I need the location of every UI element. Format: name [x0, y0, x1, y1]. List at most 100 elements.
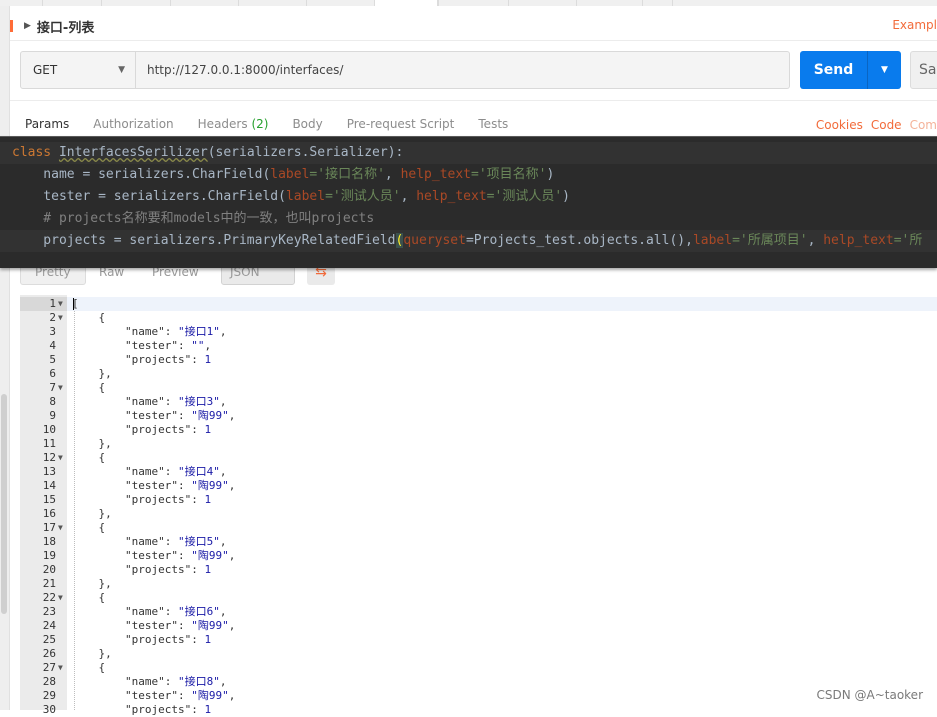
line-number: 18 — [42, 535, 56, 548]
fold-toggle-icon[interactable]: ▼ — [58, 591, 66, 605]
active-line-highlight — [67, 297, 937, 311]
line-number: 24 — [42, 619, 56, 632]
line-number: 8 — [49, 395, 56, 408]
chevron-down-icon[interactable]: ▼ — [868, 65, 901, 75]
code-line: { — [72, 451, 106, 464]
caret-right-icon[interactable]: ▶ — [24, 21, 31, 31]
headers-count: (2) — [251, 117, 269, 131]
code-line: "tester": "陶99", — [72, 479, 236, 492]
code-line: "projects": 1 — [72, 423, 212, 436]
code-line: name = serializers.CharField(label='接口名称… — [12, 167, 555, 182]
request-right-links: Cookies Code Com — [808, 118, 937, 132]
code-line: }, — [72, 437, 112, 450]
examples-link[interactable]: Exampl — [892, 18, 937, 32]
code-line: { — [72, 661, 106, 674]
response-body-editor[interactable]: 1 ▼[2 ▼ {3 "name": "接口1", 4 "tester": "", 5 … — [20, 295, 937, 716]
code-line: "projects": 1 — [72, 633, 212, 646]
fold-toggle-icon[interactable]: ▼ — [58, 451, 66, 465]
line-number: 20 — [42, 563, 56, 576]
tab-cell[interactable] — [101, 0, 168, 6]
line-number: 14 — [42, 479, 56, 492]
line-number: 16 — [42, 507, 56, 520]
tab-cell[interactable] — [42, 0, 101, 6]
tab-authorization[interactable]: Authorization — [93, 117, 173, 131]
code-line: "tester": "", — [72, 339, 212, 352]
code-line: "projects": 1 — [72, 703, 212, 716]
line-number: 10 — [42, 423, 56, 436]
line-number: 11 — [42, 437, 56, 450]
tab-tests[interactable]: Tests — [478, 117, 508, 131]
tab-cell[interactable] — [170, 0, 237, 6]
code-line: "name": "接口3", — [72, 395, 227, 408]
code-line: [ — [72, 297, 79, 310]
line-number: 29 — [42, 689, 56, 702]
line-number: 12 — [42, 451, 56, 464]
line-number: 17 — [42, 521, 56, 534]
line-number: 4 — [49, 339, 56, 352]
line-number: 5 — [49, 353, 56, 366]
method-value: GET — [33, 63, 58, 77]
url-input[interactable]: http://127.0.0.1:8000/interfaces/ — [136, 51, 790, 89]
code-line: "projects": 1 — [72, 493, 212, 506]
code-line: class InterfacesSerilizer(serializers.Se… — [12, 145, 404, 160]
tab-body[interactable]: Body — [292, 117, 322, 131]
code-line: "tester": "陶99", — [72, 549, 236, 562]
line-number: 9 — [49, 409, 56, 422]
code-line: }, — [72, 647, 112, 660]
code-line: "name": "接口8", — [72, 675, 227, 688]
tab-pre-request-script[interactable]: Pre-request Script — [347, 117, 455, 131]
code-comment: # projects名称要和models中的一致，也叫projects — [12, 211, 375, 226]
cookies-link[interactable]: Cookies — [816, 118, 863, 132]
comments-link[interactable]: Com — [910, 118, 937, 132]
code-line: }, — [72, 507, 112, 520]
send-button[interactable]: Send ▼ — [800, 51, 901, 89]
fold-toggle-icon[interactable]: ▼ — [58, 521, 66, 535]
url-value: http://127.0.0.1:8000/interfaces/ — [147, 63, 344, 77]
code-line: { — [72, 591, 106, 604]
sidebar-scrollbar[interactable] — [1, 394, 7, 614]
request-title: 接口-列表 — [36, 20, 95, 36]
line-number: 15 — [42, 493, 56, 506]
tab-headers[interactable]: Headers (2) — [198, 117, 269, 131]
save-button[interactable]: Sav — [910, 51, 937, 89]
fold-toggle-icon[interactable]: ▼ — [58, 381, 66, 395]
line-number: 25 — [42, 633, 56, 646]
code-line: "projects": 1 — [72, 353, 212, 366]
request-title-row[interactable]: ▶ 接口-列表 — [24, 14, 94, 38]
code-snippet-overlay: class InterfacesSerilizer(serializers.Se… — [0, 136, 937, 268]
tab-cell[interactable] — [306, 0, 373, 6]
tab-cell[interactable] — [672, 0, 701, 6]
tab-strip — [0, 0, 937, 6]
code-line: "name": "接口6", — [72, 605, 227, 618]
fold-toggle-icon[interactable]: ▼ — [58, 311, 66, 325]
line-number: 30 — [42, 703, 56, 716]
code-link[interactable]: Code — [871, 118, 902, 132]
watermark: CSDN @A~taoker — [816, 688, 923, 702]
tab-cell[interactable] — [642, 0, 671, 6]
code-line: projects = serializers.PrimaryKeyRelated… — [12, 233, 923, 248]
tab-cell[interactable] — [438, 0, 505, 6]
code-line: "name": "接口5", — [72, 535, 227, 548]
tab-cell-active[interactable] — [374, 0, 438, 6]
line-number: 6 — [49, 367, 56, 380]
method-select[interactable]: GET ▼ — [20, 51, 136, 89]
tab-cell[interactable] — [508, 0, 575, 6]
code-line: "tester": "陶99", — [72, 689, 236, 702]
line-number: 26 — [42, 647, 56, 660]
line-number: 21 — [42, 577, 56, 590]
left-sidebar-edge — [0, 6, 10, 710]
line-number: 28 — [42, 675, 56, 688]
line-number: 13 — [42, 465, 56, 478]
tab-params[interactable]: Params — [25, 117, 69, 131]
fold-toggle-icon[interactable]: ▼ — [58, 661, 66, 675]
code-line: "name": "接口4", — [72, 465, 227, 478]
code-line: "tester": "陶99", — [72, 619, 236, 632]
tab-cell[interactable] — [238, 0, 305, 6]
unsaved-marker — [10, 20, 13, 32]
send-label: Send — [813, 62, 854, 78]
fold-toggle-icon[interactable]: ▼ — [58, 297, 66, 311]
tab-cell[interactable] — [576, 0, 641, 6]
code-line: { — [72, 521, 106, 534]
code-line: "name": "接口1", — [72, 325, 227, 338]
code-line: "projects": 1 — [72, 563, 212, 576]
